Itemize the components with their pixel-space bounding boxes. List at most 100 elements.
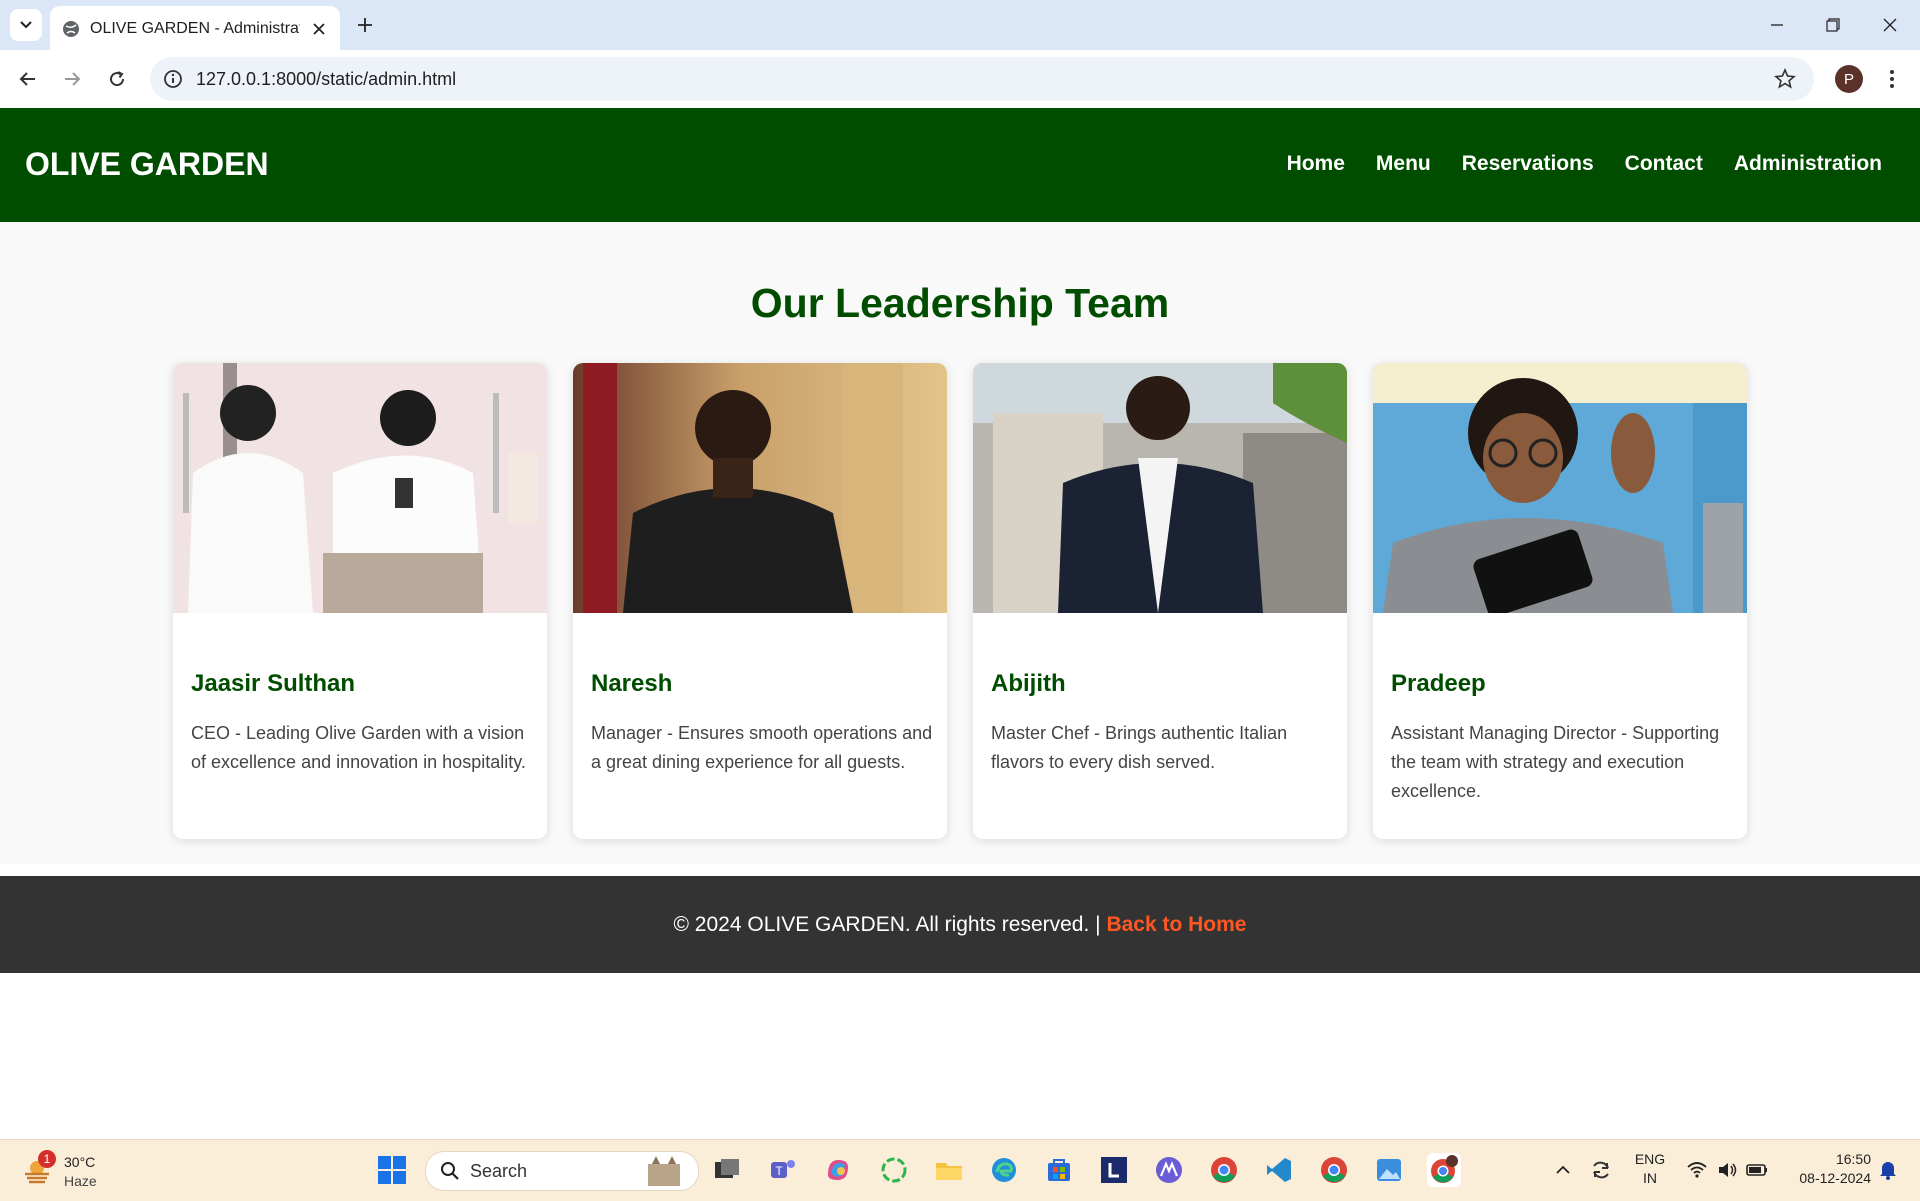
battery-status[interactable]	[1744, 1157, 1770, 1183]
close-icon	[1883, 18, 1897, 32]
site-nav: Home Menu Reservations Contact Administr…	[1287, 152, 1882, 176]
profile-avatar[interactable]: P	[1835, 65, 1863, 93]
browser-tab-strip: OLIVE GARDEN - Administration	[0, 0, 1920, 50]
weather-widget[interactable]: 1 30°C Haze	[22, 1150, 102, 1192]
chrome-profile-icon	[1431, 1155, 1458, 1183]
close-window-button[interactable]	[1870, 8, 1910, 42]
refresh-app-icon	[881, 1157, 907, 1183]
taskbar-l-app[interactable]	[1097, 1153, 1131, 1187]
team-member-name: Naresh	[591, 670, 673, 697]
address-bar[interactable]: 127.0.0.1:8000/static/admin.html	[150, 57, 1814, 101]
taskbar-task-view[interactable]	[710, 1153, 744, 1187]
svg-text:T: T	[775, 1164, 783, 1178]
volume-status[interactable]	[1714, 1157, 1740, 1183]
bell-icon	[1880, 1162, 1896, 1180]
reload-icon	[110, 71, 125, 87]
taskbar-search-box[interactable]: Search	[425, 1151, 699, 1191]
tab-close-button[interactable]	[308, 18, 330, 40]
site-logo[interactable]: OLIVE GARDEN	[25, 146, 269, 183]
more-vertical-icon	[1890, 70, 1894, 88]
chrome-icon	[1211, 1157, 1237, 1183]
input-language-indicator[interactable]: ENG IN	[1630, 1150, 1670, 1188]
taskbar-vscode[interactable]	[1262, 1153, 1296, 1187]
minimize-icon	[1771, 24, 1783, 26]
section-title: Our Leadership Team	[750, 280, 1170, 326]
search-icon	[441, 1162, 459, 1180]
chevron-down-icon	[20, 21, 32, 29]
new-tab-button[interactable]	[352, 12, 378, 38]
url-text[interactable]: 127.0.0.1:8000/static/admin.html	[196, 69, 456, 90]
tray-sync-app[interactable]	[1588, 1157, 1614, 1183]
region-code: IN	[1643, 1170, 1657, 1186]
reload-button[interactable]	[101, 63, 133, 95]
bookmark-star-icon[interactable]	[1774, 68, 1796, 90]
browser-tab-active[interactable]: OLIVE GARDEN - Administration	[50, 6, 340, 50]
browser-menu-button[interactable]	[1880, 63, 1904, 95]
start-button[interactable]	[375, 1153, 409, 1187]
team-photo	[173, 363, 547, 613]
taskbar-vpn-app[interactable]	[1152, 1153, 1186, 1187]
taskbar-sync-app[interactable]	[877, 1153, 911, 1187]
copilot-icon	[828, 1160, 848, 1180]
vpn-app-icon	[1156, 1157, 1182, 1183]
nav-menu[interactable]: Menu	[1376, 152, 1431, 176]
nav-reservations[interactable]: Reservations	[1462, 152, 1594, 176]
clock-time: 16:50	[1835, 1151, 1871, 1167]
copyright-text: © 2024 OLIVE GARDEN. All rights reserved…	[673, 913, 1101, 936]
taskbar-search-placeholder: Search	[470, 1161, 528, 1181]
notification-badge: 1	[38, 1150, 56, 1168]
minimize-button[interactable]	[1757, 8, 1797, 42]
show-hidden-icons-button[interactable]	[1550, 1157, 1576, 1183]
notifications-button[interactable]	[1875, 1157, 1901, 1183]
team-photo	[973, 363, 1347, 613]
team-card: Naresh Manager - Ensures smooth operatio…	[573, 363, 947, 839]
forward-button[interactable]	[56, 63, 88, 95]
close-icon	[313, 23, 325, 35]
weather-temperature: 30°C	[64, 1154, 96, 1170]
nav-contact[interactable]: Contact	[1625, 152, 1703, 176]
team-photo	[573, 363, 947, 613]
web-page: OLIVE GARDEN Home Menu Reservations Cont…	[0, 108, 1920, 1139]
taskbar-edge[interactable]	[987, 1153, 1021, 1187]
nav-home[interactable]: Home	[1287, 152, 1345, 176]
site-info-icon[interactable]	[162, 68, 184, 90]
taskbar-photos[interactable]	[1372, 1153, 1406, 1187]
restore-icon	[1826, 18, 1840, 32]
footer-text: © 2024 OLIVE GARDEN. All rights reserved…	[0, 913, 1920, 937]
task-view-icon	[715, 1159, 739, 1178]
team-member-name: Abijith	[991, 670, 1066, 697]
sync-icon	[1593, 1161, 1609, 1179]
taskbar-chrome-profile-active[interactable]	[1427, 1153, 1461, 1187]
store-icon	[1048, 1159, 1070, 1181]
nav-administration[interactable]: Administration	[1734, 152, 1882, 176]
team-photo	[1373, 363, 1747, 613]
teams-icon: T	[771, 1160, 795, 1178]
tab-title: OLIVE GARDEN - Administration	[90, 20, 300, 37]
taskbar-chrome-2[interactable]	[1317, 1153, 1351, 1187]
back-button[interactable]	[12, 63, 44, 95]
battery-icon	[1746, 1164, 1767, 1176]
restore-button[interactable]	[1813, 8, 1853, 42]
windows-taskbar: 1 30°C Haze Search T ENG IN 16:50 08-12-…	[0, 1139, 1920, 1201]
wifi-status[interactable]	[1684, 1157, 1710, 1183]
team-card: Jaasir Sulthan CEO - Leading Olive Garde…	[173, 363, 547, 839]
taskbar-chrome[interactable]	[1207, 1153, 1241, 1187]
edge-icon	[992, 1158, 1016, 1182]
site-header: OLIVE GARDEN Home Menu Reservations Cont…	[0, 108, 1920, 222]
taskbar-teams[interactable]: T	[766, 1153, 800, 1187]
l-app-icon	[1101, 1157, 1127, 1183]
vscode-icon	[1267, 1158, 1291, 1182]
back-to-home-link[interactable]: Back to Home	[1106, 913, 1246, 936]
photos-icon	[1377, 1159, 1401, 1181]
system-clock[interactable]: 16:50 08-12-2024	[1775, 1150, 1871, 1188]
taskbar-copilot[interactable]	[821, 1153, 855, 1187]
team-member-name: Jaasir Sulthan	[191, 670, 356, 697]
team-member-name: Pradeep	[1391, 670, 1486, 697]
speaker-icon	[1719, 1163, 1737, 1177]
taskbar-file-explorer[interactable]	[932, 1153, 966, 1187]
tab-search-button[interactable]	[10, 9, 42, 41]
globe-icon	[63, 21, 79, 37]
chevron-up-icon	[1556, 1165, 1570, 1174]
plus-icon	[358, 18, 372, 32]
taskbar-store[interactable]	[1042, 1153, 1076, 1187]
